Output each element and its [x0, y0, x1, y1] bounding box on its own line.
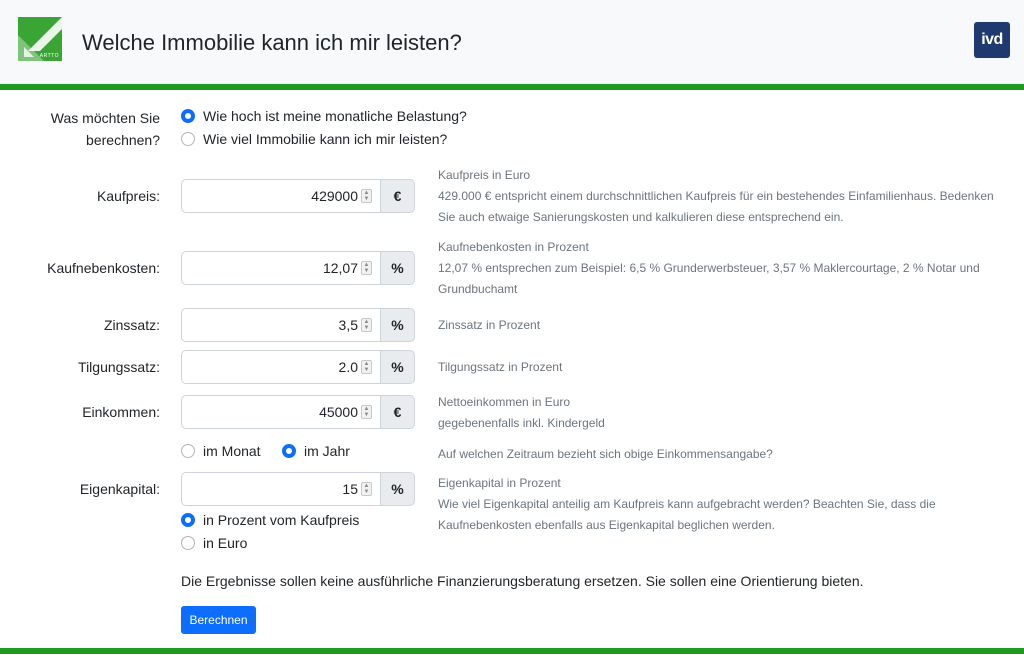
- mode-label-line2: berechnen?: [86, 132, 160, 148]
- disclaimer-text: Die Ergebnisse sollen keine ausführliche…: [181, 573, 864, 589]
- mode-option-affordable-property[interactable]: Wie viel Immobilie kann ich mir leisten?: [181, 131, 447, 147]
- tilgungssatz-unit: %: [381, 350, 415, 384]
- income-period-label: im Jahr: [304, 443, 350, 459]
- kaufnebenkosten-value: 12,07: [322, 260, 358, 276]
- eigenkapital-input-group: 15 ▲ ▼ %: [181, 472, 415, 506]
- income-period-yearly[interactable]: im Jahr: [282, 443, 350, 459]
- income-period-help: Auf welchen Zeitraum bezieht sich obige …: [438, 447, 773, 461]
- header-divider: [0, 84, 1024, 90]
- mode-option-monthly-burden[interactable]: Wie hoch ist meine monatliche Belastung?: [181, 108, 467, 124]
- equity-mode-euro[interactable]: in Euro: [181, 535, 247, 551]
- page-title: Welche Immobilie kann ich mir leisten?: [82, 30, 462, 55]
- help-title: Kaufpreis in Euro: [438, 168, 531, 182]
- kaufnebenkosten-input-group: 12,07 ▲ ▼ %: [181, 251, 415, 285]
- spinner-icon[interactable]: ▲ ▼: [361, 261, 372, 275]
- kaufpreis-input[interactable]: 429000 ▲ ▼: [181, 179, 381, 213]
- kaufpreis-label: Kaufpreis:: [96, 188, 160, 204]
- help-text: Grundbuchamt: [438, 282, 518, 296]
- tilgungssatz-input[interactable]: 2.0 ▲ ▼: [181, 350, 381, 384]
- spinner-icon[interactable]: ▲ ▼: [361, 189, 372, 203]
- kaufnebenkosten-label: Kaufnebenkosten:: [47, 260, 160, 276]
- help-text: Kaufnebenkosten ebenfalls aus Eigenkapit…: [438, 518, 775, 532]
- radio-checked-icon[interactable]: [181, 109, 195, 123]
- radio-unchecked-icon[interactable]: [181, 132, 195, 146]
- spinner-icon[interactable]: ▲ ▼: [361, 360, 372, 374]
- eigenkapital-help: Eigenkapital in Prozent Wie viel Eigenka…: [438, 473, 1018, 536]
- kaufnebenkosten-input[interactable]: 12,07 ▲ ▼: [181, 251, 381, 285]
- help-title: Eigenkapital in Prozent: [438, 476, 561, 490]
- kaufpreis-unit: €: [381, 179, 415, 213]
- help-title: Tilgungssatz in Prozent: [438, 360, 563, 374]
- help-text: gegebenenfalls inkl. Kindergeld: [438, 416, 605, 430]
- equity-mode-percent[interactable]: in Prozent vom Kaufpreis: [181, 512, 359, 528]
- tilgungssatz-label: Tilgungssatz:: [78, 359, 160, 375]
- spinner-icon[interactable]: ▲ ▼: [361, 482, 372, 496]
- mode-label-line1: Was möchten Sie: [50, 110, 160, 126]
- radio-checked-icon[interactable]: [181, 513, 195, 527]
- kaufnebenkosten-help: Kaufnebenkosten in Prozent 12,07 % entsp…: [438, 237, 1018, 300]
- spinner-icon[interactable]: ▲ ▼: [361, 405, 372, 419]
- mode-label: Was möchten Sie berechnen?: [0, 107, 160, 151]
- kaufpreis-value: 429000: [311, 188, 358, 204]
- mode-option-label: Wie viel Immobilie kann ich mir leisten?: [203, 131, 448, 147]
- help-title: Nettoeinkommen in Euro: [438, 395, 571, 409]
- einkommen-help: Nettoeinkommen in Euro gegebenenfalls in…: [438, 392, 1018, 434]
- income-period-label: im Monat: [203, 443, 261, 459]
- equity-mode-label: in Prozent vom Kaufpreis: [203, 512, 360, 528]
- radio-unchecked-icon[interactable]: [181, 536, 195, 550]
- ivd-logo: ivd: [974, 22, 1010, 58]
- einkommen-input[interactable]: 45000 ▲ ▼: [181, 395, 381, 429]
- help-text: 12,07 % entsprechen zum Beispiel: 6,5 % …: [438, 261, 980, 275]
- help-title: Kaufnebenkosten in Prozent: [438, 240, 589, 254]
- einkommen-input-group: 45000 ▲ ▼ €: [181, 395, 415, 429]
- help-text: Wie viel Eigenkapital anteilig am Kaufpr…: [438, 497, 936, 511]
- kaufnebenkosten-unit: %: [381, 251, 415, 285]
- radio-checked-icon[interactable]: [282, 444, 296, 458]
- kaufpreis-help: Kaufpreis in Euro 429.000 € entspricht e…: [438, 165, 1018, 228]
- eigenkapital-unit: %: [381, 472, 415, 506]
- eigenkapital-value: 15: [342, 481, 358, 497]
- equity-mode-label: in Euro: [203, 535, 248, 551]
- zinssatz-input[interactable]: 3,5 ▲ ▼: [181, 308, 381, 342]
- app-header: ARTTO Welche Immobilie kann ich mir leis…: [0, 0, 1024, 84]
- tilgungssatz-help: Tilgungssatz in Prozent: [438, 357, 1018, 378]
- kaufpreis-input-group: 429000 ▲ ▼ €: [181, 179, 415, 213]
- eigenkapital-label: Eigenkapital:: [79, 481, 160, 497]
- einkommen-value: 45000: [319, 404, 358, 420]
- help-title: Zinssatz in Prozent: [438, 318, 541, 332]
- calculate-button[interactable]: Berechnen: [181, 606, 256, 634]
- logo-text: ARTTO: [39, 53, 59, 59]
- zinssatz-unit: %: [381, 308, 415, 342]
- footer-divider: [0, 648, 1024, 654]
- einkommen-unit: €: [381, 395, 415, 429]
- einkommen-label: Einkommen:: [82, 404, 160, 420]
- tilgungssatz-input-group: 2.0 ▲ ▼ %: [181, 350, 415, 384]
- zinssatz-help: Zinssatz in Prozent: [438, 315, 1018, 336]
- help-text: 429.000 € entspricht einem durchschnittl…: [438, 189, 994, 203]
- zinssatz-label: Zinssatz:: [103, 317, 160, 333]
- income-period-monthly[interactable]: im Monat: [181, 443, 261, 459]
- tilgungssatz-value: 2.0: [338, 359, 358, 375]
- mode-option-label: Wie hoch ist meine monatliche Belastung?: [203, 108, 467, 124]
- spinner-icon[interactable]: ▲ ▼: [361, 318, 372, 332]
- zinssatz-value: 3,5: [338, 317, 358, 333]
- company-logo: ARTTO: [18, 17, 62, 61]
- eigenkapital-input[interactable]: 15 ▲ ▼: [181, 472, 381, 506]
- radio-unchecked-icon[interactable]: [181, 444, 195, 458]
- help-text: Sie auch etwaige Sanierungskosten und ka…: [438, 210, 844, 224]
- zinssatz-input-group: 3,5 ▲ ▼ %: [181, 308, 415, 342]
